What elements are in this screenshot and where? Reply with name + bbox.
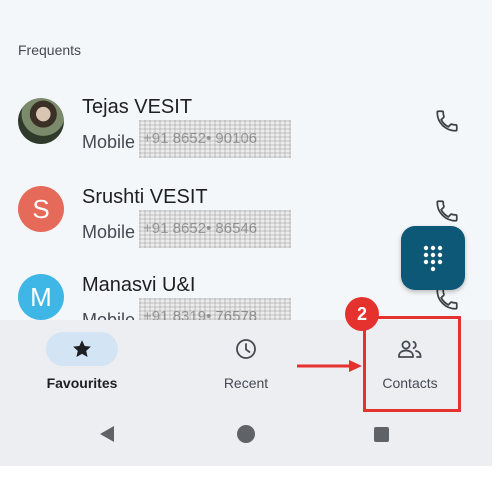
highlight-box bbox=[363, 316, 461, 412]
contact-row[interactable]: Tejas VESIT Mobile +91 8652• 90106 bbox=[0, 88, 492, 168]
avatar-initial: S bbox=[32, 193, 50, 224]
avatar bbox=[18, 98, 64, 144]
back-icon[interactable] bbox=[100, 426, 114, 442]
avatar: M bbox=[18, 274, 64, 320]
nav-label: Recent bbox=[223, 375, 269, 391]
section-title: Frequents bbox=[18, 42, 82, 58]
home-icon[interactable] bbox=[237, 425, 255, 443]
contact-name: Tejas VESIT bbox=[82, 96, 193, 118]
clock-icon bbox=[236, 339, 256, 359]
nav-favourites[interactable]: Favourites bbox=[22, 332, 142, 404]
call-icon[interactable] bbox=[434, 198, 460, 224]
number-type: Mobile bbox=[82, 131, 136, 152]
contact-number-row: Mobile +91 8652• 86546 bbox=[82, 210, 292, 248]
recents-icon[interactable] bbox=[374, 427, 389, 442]
nav-icon-container bbox=[210, 332, 282, 366]
masked-number: +91 8652• 90106 bbox=[139, 120, 292, 158]
number-type: Mobile bbox=[82, 221, 136, 242]
call-icon[interactable] bbox=[434, 108, 460, 134]
contact-name: Manasvi U&I bbox=[82, 274, 196, 296]
avatar-initial: M bbox=[30, 281, 52, 312]
avatar: S bbox=[18, 186, 64, 232]
nav-label: Favourites bbox=[46, 375, 118, 391]
system-navigation-bar bbox=[0, 416, 492, 456]
dialpad-icon bbox=[423, 245, 443, 272]
masked-number: +91 8652• 86546 bbox=[139, 210, 292, 248]
star-icon bbox=[73, 340, 91, 357]
contact-name: Srushti VESIT bbox=[82, 186, 208, 208]
arrow-icon bbox=[297, 360, 362, 372]
active-indicator bbox=[46, 332, 118, 366]
step-badge: 2 bbox=[345, 297, 379, 331]
nav-recent[interactable]: Recent bbox=[186, 332, 306, 404]
dialpad-button[interactable] bbox=[401, 226, 465, 290]
contact-number-row: Mobile +91 8652• 90106 bbox=[82, 120, 292, 158]
